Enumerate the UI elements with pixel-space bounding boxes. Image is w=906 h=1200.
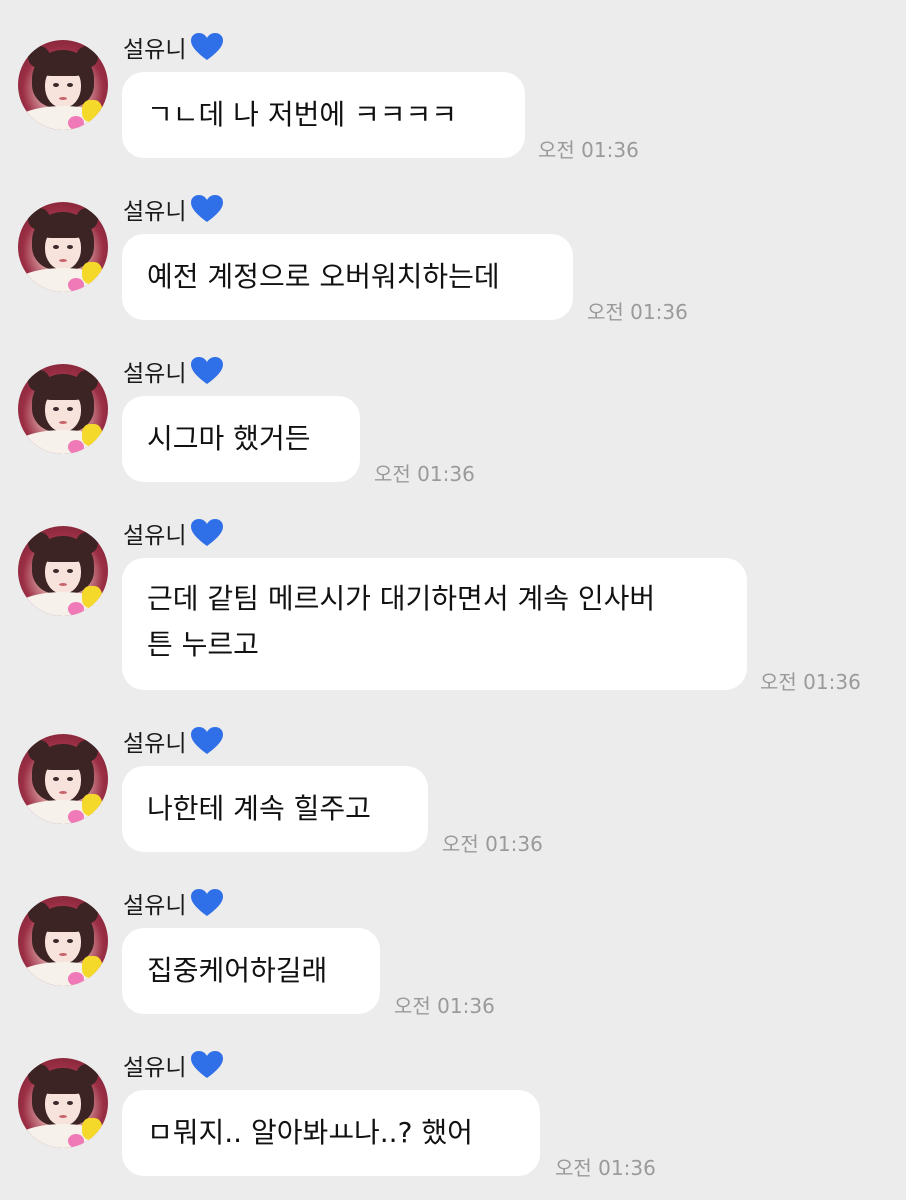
message-timestamp: 오전 01:36 (442, 832, 543, 856)
avatar[interactable] (18, 40, 108, 130)
message-timestamp: 오전 01:36 (555, 1156, 656, 1180)
sender-name: 설유니 (123, 30, 224, 64)
sender-name: 설유니 (123, 886, 224, 920)
chat-message-list[interactable]: 설유니 ㄱㄴ데 나 저번에 ㅋㅋㅋㅋ 오전 01:36 설유니 예전 계정으로 … (0, 0, 906, 1200)
sender-name-text: 설유니 (123, 199, 187, 225)
sender-name: 설유니 (123, 516, 224, 550)
avatar[interactable] (18, 734, 108, 824)
sender-name: 설유니 (123, 1048, 224, 1082)
message-text: 시그마 했거든 (147, 422, 311, 455)
message-timestamp: 오전 01:36 (394, 994, 495, 1018)
message-text: 나한테 계속 힐주고 (147, 792, 371, 825)
message-bubble[interactable]: ㅁ뭐지.. 알아봐ㅛ나..? 했어 (122, 1090, 540, 1176)
sender-name-text: 설유니 (123, 893, 187, 919)
message-bubble[interactable]: 시그마 했거든 (122, 396, 360, 482)
message-text: 집중케어하길래 (147, 954, 328, 987)
blue-heart-icon (191, 727, 224, 754)
message-text-line: 근데 같팀 메르시가 대기하면서 계속 인사버 (147, 582, 656, 615)
sender-name: 설유니 (123, 192, 224, 226)
sender-name-text: 설유니 (123, 1055, 187, 1081)
blue-heart-icon (191, 1051, 224, 1078)
message-timestamp: 오전 01:36 (374, 462, 475, 486)
sender-name: 설유니 (123, 354, 224, 388)
avatar[interactable] (18, 526, 108, 616)
message-bubble[interactable]: 근데 같팀 메르시가 대기하면서 계속 인사버 튼 누르고 (122, 558, 747, 690)
sender-name-text: 설유니 (123, 731, 187, 757)
message-text-line: 튼 누르고 (147, 628, 259, 661)
blue-heart-icon (191, 889, 224, 916)
message-text: ㅁ뭐지.. 알아봐ㅛ나..? 했어 (147, 1116, 473, 1149)
avatar[interactable] (18, 364, 108, 454)
blue-heart-icon (191, 33, 224, 60)
message-timestamp: 오전 01:36 (587, 300, 688, 324)
avatar[interactable] (18, 896, 108, 986)
message-bubble[interactable]: 집중케어하길래 (122, 928, 380, 1014)
sender-name: 설유니 (123, 724, 224, 758)
message-timestamp: 오전 01:36 (760, 670, 861, 694)
blue-heart-icon (191, 195, 224, 222)
blue-heart-icon (191, 519, 224, 546)
sender-name-text: 설유니 (123, 523, 187, 549)
avatar[interactable] (18, 202, 108, 292)
sender-name-text: 설유니 (123, 37, 187, 63)
sender-name-text: 설유니 (123, 361, 187, 387)
message-text: ㄱㄴ데 나 저번에 ㅋㅋㅋㅋ (147, 98, 458, 131)
message-timestamp: 오전 01:36 (538, 138, 639, 162)
message-text: 예전 계정으로 오버워치하는데 (147, 260, 500, 293)
message-bubble[interactable]: ㄱㄴ데 나 저번에 ㅋㅋㅋㅋ (122, 72, 525, 158)
blue-heart-icon (191, 357, 224, 384)
message-bubble[interactable]: 예전 계정으로 오버워치하는데 (122, 234, 573, 320)
avatar[interactable] (18, 1058, 108, 1148)
message-bubble[interactable]: 나한테 계속 힐주고 (122, 766, 428, 852)
